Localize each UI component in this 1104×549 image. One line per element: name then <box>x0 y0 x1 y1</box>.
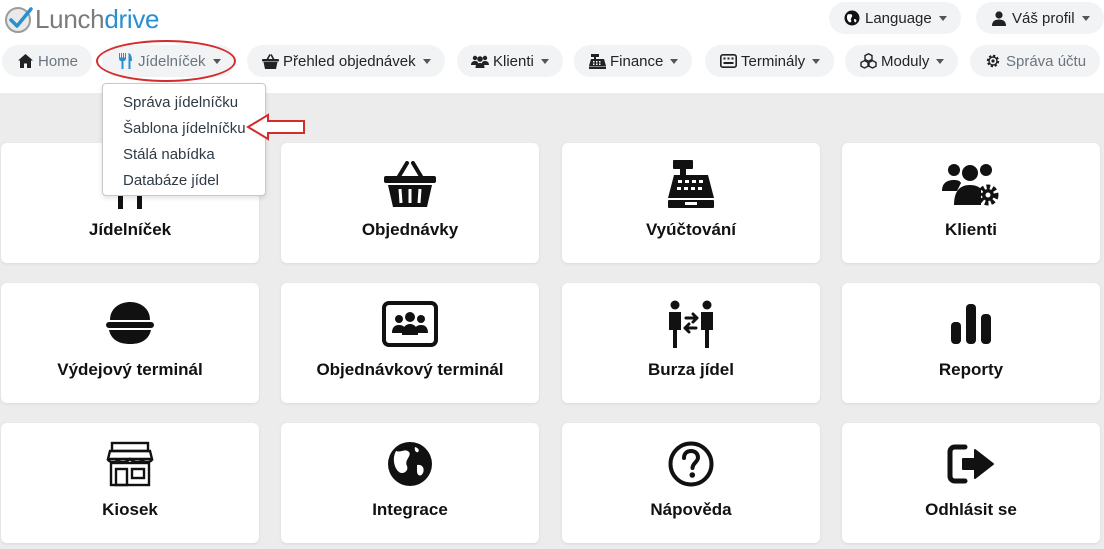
caret-down-icon <box>1081 15 1090 21</box>
bar-chart-icon <box>842 299 1100 349</box>
nav-sprava-uctu[interactable]: Správa účtu <box>970 45 1101 77</box>
globe-icon <box>843 10 861 26</box>
jidelnicek-dropdown-menu: Správa jídelníčku Šablona jídelníčku Stá… <box>102 83 266 196</box>
basket-icon <box>261 53 279 69</box>
cash-register-icon <box>562 159 820 209</box>
nav-prehled-objednavek[interactable]: Přehled objednávek <box>247 45 445 77</box>
nav-terminaly-label: Terminály <box>741 52 806 70</box>
nav-home[interactable]: Home <box>2 45 93 77</box>
tile-objednavkovy-terminal[interactable]: Objednávkový terminál <box>281 283 539 403</box>
nav-home-label: Home <box>38 52 79 70</box>
tile-odhlasit-se[interactable]: Odhlásit se <box>842 423 1100 543</box>
menu-item-sablona-jidelnicku[interactable]: Šablona jídelníčku <box>103 116 265 142</box>
nav-finance[interactable]: Finance <box>574 45 693 77</box>
language-dropdown[interactable]: Language <box>829 2 961 34</box>
caret-down-icon <box>812 58 821 64</box>
bowl-food-icon <box>1 299 259 349</box>
logo-checkmark-icon <box>5 7 33 33</box>
nav-moduly[interactable]: Moduly <box>845 45 959 77</box>
caret-down-icon <box>422 58 431 64</box>
tile-label: Integrace <box>372 500 448 519</box>
question-circle-icon <box>562 439 820 489</box>
nav-terminaly[interactable]: Terminály <box>705 45 835 77</box>
language-label: Language <box>865 9 932 27</box>
tile-reporty[interactable]: Reporty <box>842 283 1100 403</box>
cash-register-icon <box>588 53 606 69</box>
tile-klienti[interactable]: Klienti <box>842 143 1100 263</box>
menu-item-sprava-jidelnicku[interactable]: Správa jídelníčku <box>103 90 265 116</box>
logout-icon <box>842 439 1100 489</box>
tile-napoveda[interactable]: Nápověda <box>562 423 820 543</box>
profile-dropdown[interactable]: Váš profil <box>976 2 1104 34</box>
tile-burza-jidel[interactable]: Burza jídel <box>562 283 820 403</box>
home-icon <box>16 53 34 69</box>
caret-down-icon <box>936 58 945 64</box>
tile-label: Kiosek <box>102 500 158 519</box>
user-icon <box>990 10 1008 26</box>
basket-icon <box>281 159 539 209</box>
tile-kiosek[interactable]: Kiosek <box>1 423 259 543</box>
tile-label: Klienti <box>945 220 997 239</box>
shop-icon <box>1 439 259 489</box>
tile-label: Odhlásit se <box>925 500 1017 519</box>
utensils-icon <box>116 53 134 69</box>
people-exchange-icon <box>562 299 820 349</box>
nav-jidelnicek-label: Jídelníček <box>138 52 206 70</box>
gear-icon <box>984 53 1002 69</box>
tile-label: Vyúčtování <box>645 220 737 239</box>
globe-icon <box>281 439 539 489</box>
nav-moduly-label: Moduly <box>881 52 930 70</box>
cubes-icon <box>859 53 877 69</box>
caret-down-icon <box>212 58 221 64</box>
tile-label: Burza jídel <box>648 360 734 379</box>
tile-vydejovy-terminal[interactable]: Výdejový terminál <box>1 283 259 403</box>
caret-down-icon <box>540 58 549 64</box>
tile-label: Objednávky <box>361 220 459 239</box>
tile-label: Reporty <box>938 360 1004 379</box>
caret-down-icon <box>938 15 947 21</box>
users-cog-icon <box>842 159 1100 209</box>
tile-label: Jídelníček <box>88 220 172 239</box>
menu-item-stala-nabidka[interactable]: Stálá nabídka <box>103 142 265 168</box>
nav-sprava-uctu-label: Správa účtu <box>1006 52 1087 70</box>
annotation-arrow-icon <box>246 113 305 141</box>
tile-vyuctovani[interactable]: Vyúčtování <box>562 143 820 263</box>
screen-users-icon <box>281 299 539 349</box>
tile-label: Objednávkový terminál <box>316 360 504 379</box>
lunchdrive-logo[interactable]: Lunchdrive <box>4 2 160 36</box>
nav-klienti-label: Klienti <box>493 52 534 70</box>
nav-jidelnicek[interactable]: Jídelníček <box>102 45 235 77</box>
menu-item-databaze-jidel[interactable]: Databáze jídel <box>103 168 265 194</box>
tile-integrace[interactable]: Integrace <box>281 423 539 543</box>
profile-label: Váš profil <box>1012 9 1075 27</box>
tile-label: Nápověda <box>650 500 732 519</box>
nav-prehled-label: Přehled objednávek <box>283 52 416 70</box>
logo-text: Lunchdrive <box>35 4 160 34</box>
caret-down-icon <box>670 58 679 64</box>
tile-label: Výdejový terminál <box>57 360 203 379</box>
terminal-icon <box>719 53 737 69</box>
users-icon <box>471 53 489 69</box>
nav-klienti[interactable]: Klienti <box>457 45 563 77</box>
top-navigation-bar: Lunchdrive Language Váš profil Home Jíde… <box>0 0 1104 93</box>
tile-objednavky[interactable]: Objednávky <box>281 143 539 263</box>
nav-finance-label: Finance <box>610 52 664 70</box>
